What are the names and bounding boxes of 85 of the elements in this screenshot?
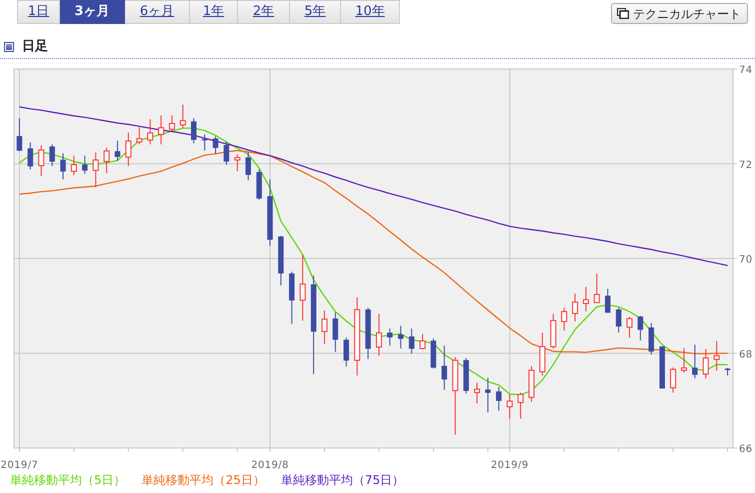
- candlestick: [561, 307, 568, 331]
- candlestick: [234, 154, 240, 172]
- legend-label: 単純移動平均（25日）: [142, 472, 265, 489]
- candlestick: [702, 348, 709, 379]
- candlestick: [582, 286, 589, 312]
- candlestick: [539, 332, 546, 376]
- candlestick: [70, 155, 77, 176]
- candlestick: [289, 271, 295, 324]
- candlestick: [245, 152, 251, 181]
- window-icon: [617, 8, 629, 19]
- candlestick: [147, 118, 154, 145]
- axis-label: 74: [739, 65, 753, 76]
- candlestick: [16, 118, 22, 152]
- candlestick: [572, 293, 578, 322]
- candlestick: [125, 132, 132, 167]
- candlestick: [616, 307, 622, 333]
- candlestick: [158, 114, 164, 145]
- period-tab[interactable]: 10年: [341, 0, 400, 24]
- section-title: 日足: [22, 38, 48, 56]
- candlestick: [496, 386, 502, 412]
- axis-label: 2019/8: [251, 460, 289, 471]
- section-icon: [4, 42, 14, 52]
- legend-label: 単純移動平均（5日）: [10, 472, 126, 489]
- candlestick: [28, 142, 34, 170]
- candlestick: [136, 126, 142, 145]
- candlestick: [344, 337, 350, 368]
- period-tab[interactable]: 3ヶ月: [60, 0, 125, 24]
- candlestick: [332, 312, 338, 352]
- candlestick: [387, 328, 393, 346]
- axis-label: 70: [739, 254, 753, 266]
- candlestick: [365, 307, 371, 360]
- candlestick: [463, 357, 469, 394]
- candlestick: [659, 346, 665, 389]
- candlestick: [278, 235, 284, 286]
- candlestick: [714, 340, 720, 372]
- candlestick: [724, 367, 730, 376]
- technical-chart-button[interactable]: テクニカルチャート: [611, 3, 748, 24]
- candlestick: [212, 136, 218, 154]
- candlestick: [528, 366, 534, 402]
- candlestick: [114, 140, 120, 162]
- period-tab[interactable]: 6ヶ月: [125, 0, 190, 24]
- period-tab[interactable]: 1日: [17, 0, 60, 24]
- candlestick: [92, 152, 99, 188]
- candlestick: [420, 333, 426, 350]
- candlestick: [638, 315, 644, 341]
- candlestick: [485, 377, 491, 413]
- axis-label: 2019/9: [490, 460, 528, 471]
- candlestick: [300, 254, 306, 322]
- candlestick: [321, 310, 328, 344]
- candlestick: [398, 325, 404, 350]
- axis-label: 68: [739, 349, 753, 360]
- candlestick: [648, 322, 654, 356]
- candlestick: [430, 338, 436, 369]
- candlestick: [594, 273, 600, 304]
- candlestick: [550, 313, 556, 350]
- axis-label: 2019/7: [0, 460, 38, 471]
- candlestick: [692, 344, 698, 379]
- candlestick: [506, 394, 513, 420]
- candlestick: [104, 147, 110, 174]
- candlestick: [408, 328, 414, 354]
- candlestick: [60, 152, 66, 180]
- candlestick: [168, 114, 175, 132]
- legend-label: 単純移動平均（75日）: [280, 472, 404, 489]
- candlestick: [49, 144, 55, 167]
- axis-label: 66: [739, 444, 753, 455]
- candlestick: [670, 366, 676, 394]
- period-tab[interactable]: 2年: [238, 0, 290, 24]
- candlestick: [518, 392, 524, 420]
- candlestick: [604, 288, 610, 313]
- candlestick: [224, 140, 230, 166]
- candlestick: [626, 316, 632, 338]
- axis-label: 72: [739, 160, 753, 171]
- candlestick: [376, 313, 382, 356]
- candlestick: [256, 168, 262, 200]
- candlestick: [202, 134, 208, 151]
- candlestick: [38, 144, 44, 177]
- candlestick: [474, 382, 480, 404]
- candlestick: [191, 118, 196, 144]
- candlestick: [267, 178, 273, 246]
- candlestick: [680, 348, 687, 374]
- candlestick: [442, 345, 448, 390]
- candlestick: [180, 104, 186, 129]
- candlestick: [82, 155, 88, 174]
- period-tab[interactable]: 1年: [190, 0, 238, 24]
- period-tab[interactable]: 5年: [290, 0, 341, 24]
